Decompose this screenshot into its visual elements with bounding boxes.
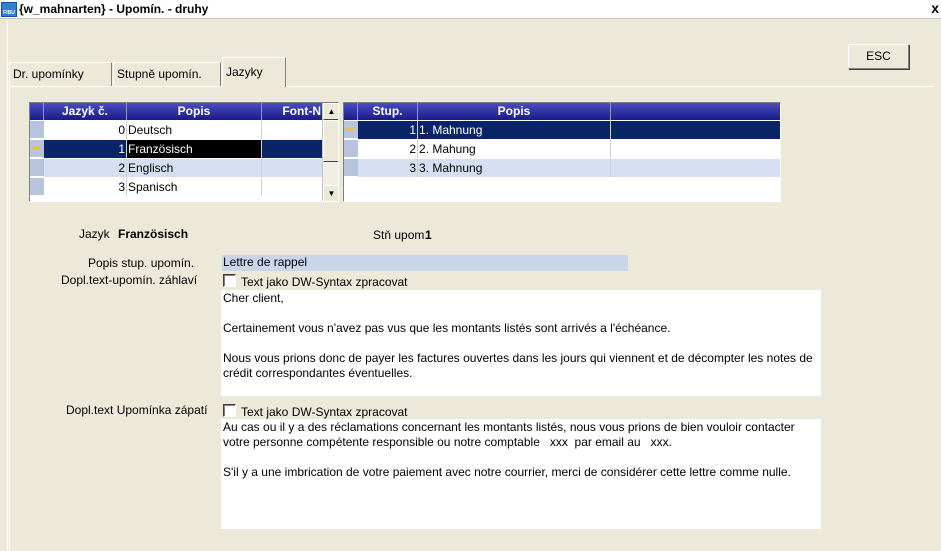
column-header-description[interactable]: Popis xyxy=(418,103,611,120)
table-row[interactable]: ➡ 1 1. Mahnung xyxy=(344,121,780,139)
header-text-label: Dopl.text-upomín. záhlaví xyxy=(61,273,198,287)
title-bar: FIBU {w_mahnarten} - Upomín. - druhy x xyxy=(0,0,941,19)
footer-text-area[interactable]: Au cas ou il y a des réclamations concer… xyxy=(221,419,821,529)
column-header-description[interactable]: Popis xyxy=(127,103,262,120)
row-selector[interactable] xyxy=(30,159,44,177)
grid-corner xyxy=(344,103,358,120)
language-desc: Französisch xyxy=(127,140,262,158)
tab-reminder-levels[interactable]: Stupně upomín. xyxy=(113,62,221,86)
language-number: 0 xyxy=(44,121,127,139)
level-desc: 2. Mahung xyxy=(418,140,611,158)
row-selector[interactable]: ➡ xyxy=(344,121,358,139)
column-header-font[interactable]: Font-N xyxy=(262,103,324,120)
language-label: Jazyk xyxy=(79,227,110,241)
row-selector[interactable] xyxy=(344,159,358,177)
level-desc-field[interactable]: Lettre de rappel xyxy=(222,255,628,271)
language-desc: Deutsch xyxy=(127,121,262,139)
language-font xyxy=(262,121,323,139)
level-desc-label: Popis stup. upomín. xyxy=(88,256,195,270)
column-header-level[interactable]: Stup. xyxy=(358,103,418,120)
language-number: 1 xyxy=(44,140,127,158)
current-row-arrow-icon: ➡ xyxy=(346,124,355,135)
languages-scrollbar[interactable]: ▲ ▼ xyxy=(322,103,338,201)
level-extra xyxy=(611,140,780,158)
row-selector[interactable]: ➡ xyxy=(30,140,44,158)
grid-corner xyxy=(30,103,44,120)
level-number: 1 xyxy=(358,121,418,139)
scroll-up-icon[interactable]: ▲ xyxy=(323,103,338,120)
esc-button[interactable]: ESC xyxy=(848,44,909,69)
scroll-thumb[interactable] xyxy=(323,120,338,162)
tab-reminder-types[interactable]: Dr. upomínky xyxy=(9,62,112,86)
language-desc: Spanisch xyxy=(127,178,262,196)
column-header-extra[interactable] xyxy=(611,103,780,120)
row-selector[interactable] xyxy=(344,140,358,158)
table-row[interactable]: ➡ 1 Französisch xyxy=(30,140,323,158)
header-text-area[interactable]: Cher client, Certainement vous n'avez pa… xyxy=(221,290,821,396)
level-extra xyxy=(611,121,780,139)
level-number: 2 xyxy=(358,140,418,158)
header-dw-syntax-checkbox[interactable] xyxy=(223,274,236,287)
levels-grid: Stup. Popis ➡ 1 1. Mahnung 2 2. Mahung 3… xyxy=(343,102,781,202)
row-selector[interactable] xyxy=(30,178,44,196)
language-font xyxy=(262,178,323,196)
table-row[interactable]: 2 2. Mahung xyxy=(344,140,780,158)
scroll-down-icon[interactable]: ▼ xyxy=(323,185,338,201)
table-row[interactable]: 3 Spanisch xyxy=(30,178,323,196)
level-number: 3 xyxy=(358,159,418,177)
row-selector[interactable] xyxy=(30,121,44,139)
footer-dw-syntax-label[interactable]: Text jako DW-Syntax zpracovat xyxy=(241,405,408,419)
languages-grid: Jazyk č. Popis Font-N 0 Deutsch ➡ 1 Fran… xyxy=(29,102,339,202)
footer-text-label: Dopl.text Upomínka zápatí xyxy=(66,403,208,417)
language-desc: Englisch xyxy=(127,159,262,177)
current-row-arrow-icon: ➡ xyxy=(32,143,41,154)
language-font xyxy=(262,140,323,158)
level-extra xyxy=(611,159,780,177)
app-icon[interactable]: FIBU xyxy=(1,2,17,17)
close-icon[interactable]: x xyxy=(931,0,939,16)
table-row[interactable]: 0 Deutsch xyxy=(30,121,323,139)
level-desc: 3. Mahnung xyxy=(418,159,611,177)
language-number: 2 xyxy=(44,159,127,177)
level-label: Stň upom. xyxy=(373,228,428,242)
tab-languages[interactable]: Jazyky xyxy=(222,57,286,87)
window-title: {w_mahnarten} - Upomín. - druhy xyxy=(19,2,209,16)
table-row[interactable]: 2 Englisch xyxy=(30,159,323,177)
level-desc: 1. Mahnung xyxy=(418,121,611,139)
level-value: 1 xyxy=(425,228,432,242)
language-value: Französisch xyxy=(118,227,189,241)
language-number: 3 xyxy=(44,178,127,196)
header-dw-syntax-label[interactable]: Text jako DW-Syntax zpracovat xyxy=(241,275,408,289)
table-row[interactable]: 3 3. Mahnung xyxy=(344,159,780,177)
language-font xyxy=(262,159,323,177)
column-header-language-no[interactable]: Jazyk č. xyxy=(44,103,127,120)
footer-dw-syntax-checkbox[interactable] xyxy=(223,404,236,417)
